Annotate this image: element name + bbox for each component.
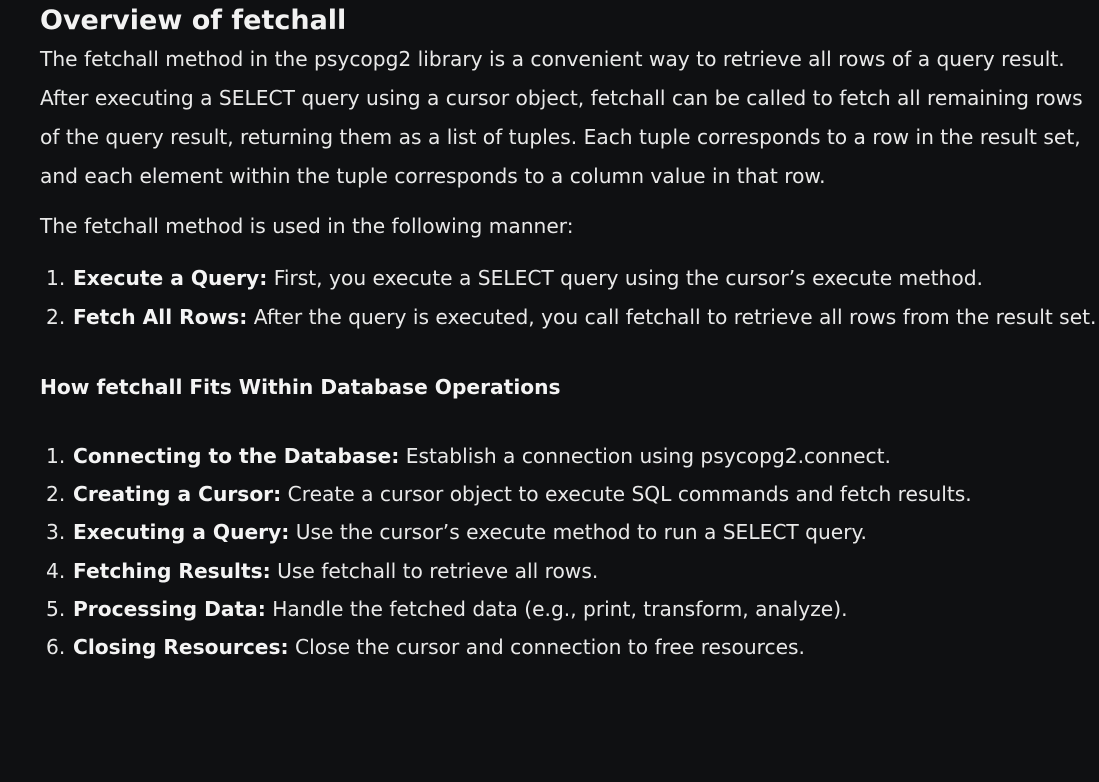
list-item-label: Connecting to the Database: [73, 444, 400, 468]
list-number: 1. [46, 266, 66, 290]
list-number: 1. [46, 444, 66, 468]
list-item-label: Creating a Cursor: [73, 482, 282, 507]
list-number: 2. [46, 482, 66, 507]
list-item-text: Establish a connection using psycopg2.co… [399, 444, 891, 468]
list-item-text: Use the cursor’s execute method to run a… [289, 520, 867, 545]
list-item-label: Processing Data: [73, 596, 266, 621]
list-item: 4. Fetching Results: Use fetchall to retr… [40, 552, 1099, 590]
list-number: 6. [46, 635, 66, 660]
operations-list: 1. Connecting to the Database: Establish … [40, 437, 1099, 666]
steps-list: 1. Execute a Query: First, you execute a … [40, 259, 1099, 337]
intro-paragraph: The fetchall method in the psycopg2 libr… [40, 47, 1083, 188]
list-item: 1. Connecting to the Database: Establish … [40, 437, 1099, 475]
list-number: 4. [46, 558, 66, 583]
list-item-label: Execute a Query: [73, 266, 268, 290]
list-item: 2. Creating a Cursor: Create a cursor obj… [40, 475, 1099, 513]
list-item-text: Create a cursor object to execute SQL co… [281, 482, 972, 507]
list-item-label: Fetch All Rows: [73, 305, 248, 329]
list-item-text: Handle the fetched data (e.g., print, tr… [265, 596, 848, 621]
list-item-label: Executing a Query: [73, 520, 290, 545]
chat-message-content: Overview of fetchall The fetchall method… [0, 0, 1099, 666]
list-item-text: Close the cursor and connection to free … [288, 635, 805, 660]
list-item: 3. Executing a Query: Use the cursor’s ex… [40, 513, 1099, 551]
list-item-text: Use fetchall to retrieve all rows. [270, 558, 599, 583]
list-item: 2. Fetch All Rows: After the query is exe… [40, 298, 1099, 337]
list-item: 5. Processing Data: Handle the fetched da… [40, 590, 1099, 628]
usage-paragraph: The fetchall method is used in the follo… [40, 214, 574, 238]
section-heading: Overview of fetchall [40, 5, 347, 36]
list-item-text: After the query is executed, you call fe… [247, 305, 1097, 329]
list-item-text: First, you execute a SELECT query using … [267, 266, 983, 290]
list-number: 5. [46, 596, 66, 621]
subsection-heading: How fetchall Fits Within Database Operat… [40, 375, 561, 399]
list-item-label: Fetching Results: [73, 558, 271, 583]
list-number: 3. [46, 520, 66, 545]
list-item: 1. Execute a Query: First, you execute a … [40, 259, 1099, 298]
list-number: 2. [46, 305, 66, 329]
list-item: 6. Closing Resources: Close the cursor an… [40, 628, 1099, 666]
list-item-label: Closing Resources: [73, 635, 289, 660]
